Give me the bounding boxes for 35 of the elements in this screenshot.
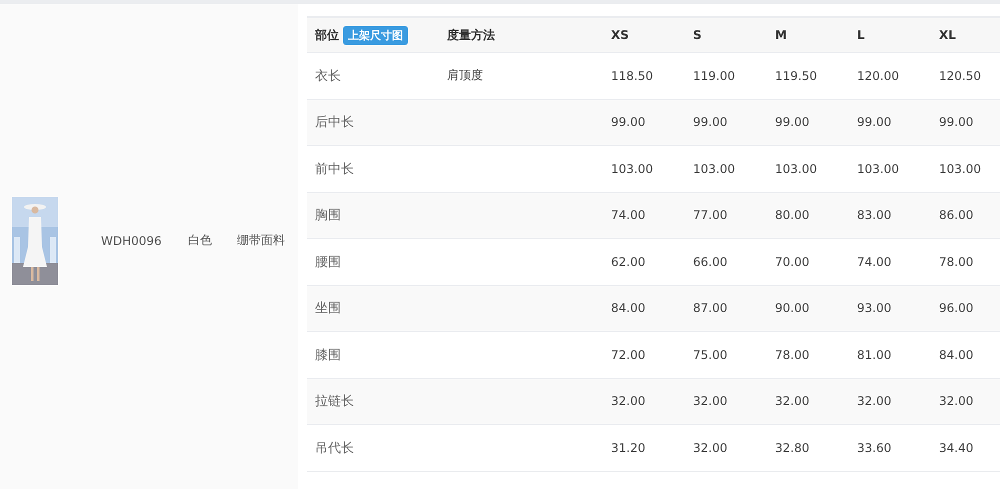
- column-header: L: [857, 28, 865, 42]
- column-header: S: [693, 28, 702, 42]
- table-cell: 后中长: [307, 100, 439, 146]
- table-cell: 32.00: [603, 378, 685, 425]
- table-cell: 90.00: [767, 286, 849, 332]
- column-header: M: [775, 28, 787, 42]
- table-cell: 胸围: [307, 192, 439, 239]
- product-fabric: 绷带面料: [237, 232, 286, 249]
- table-cell: 80.00: [767, 192, 849, 239]
- size-chart-badge[interactable]: 上架尺寸图: [343, 26, 408, 44]
- column-header: 度量方法: [447, 26, 495, 44]
- table-cell: 77.00: [685, 192, 767, 239]
- table-cell: 93.00: [849, 286, 931, 332]
- table-cell: 86.00: [931, 192, 1000, 239]
- table-cell: 99.00: [931, 100, 1000, 146]
- table-cell: 83.00: [849, 192, 931, 239]
- table-cell: 99.00: [685, 100, 767, 146]
- table-cell: 32.00: [931, 378, 1000, 425]
- table-cell: 96.00: [931, 286, 1000, 332]
- table-cell: 32.00: [849, 378, 931, 425]
- table-cell: 32.00: [685, 378, 767, 425]
- table-cell: 99.00: [767, 100, 849, 146]
- product-code: WDH0096: [101, 234, 163, 248]
- table-cell: 99.00: [603, 100, 685, 146]
- table-cell: 84.00: [603, 286, 685, 332]
- table-cell: 坐围: [307, 286, 439, 332]
- table-cell: 87.00: [685, 286, 767, 332]
- product-color: 白色: [188, 232, 213, 249]
- column-header: 部位: [315, 26, 339, 44]
- column-header: XL: [939, 28, 956, 42]
- table-cell: 74.00: [603, 192, 685, 239]
- table-cell: 拉链长: [307, 378, 439, 425]
- table-cell: 99.00: [849, 100, 931, 146]
- table-cell: 32.00: [767, 378, 849, 425]
- column-header: XS: [611, 28, 629, 42]
